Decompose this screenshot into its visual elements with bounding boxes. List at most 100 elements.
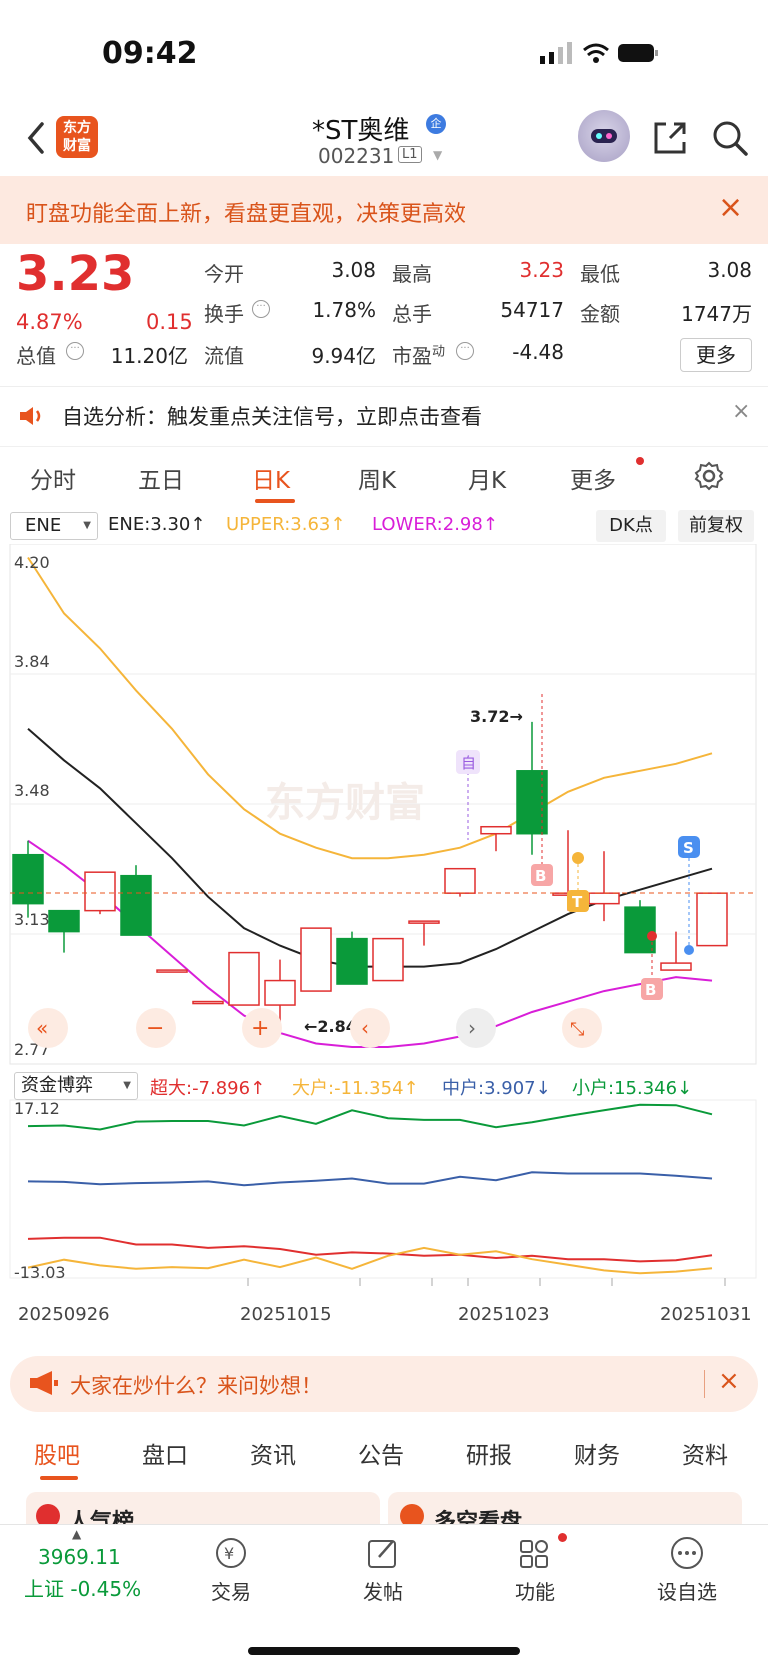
- tab-weekly-k[interactable]: 周K: [358, 461, 396, 495]
- low-value: 3.08: [707, 258, 752, 282]
- speaker-icon: [20, 407, 41, 425]
- buy-marker-text: B: [645, 981, 656, 999]
- share-icon[interactable]: [652, 120, 688, 156]
- function-button[interactable]: 功能: [490, 1535, 580, 1605]
- back-icon[interactable]: [22, 118, 52, 158]
- scroll-right-icon: [456, 1008, 496, 1048]
- low-annotation: ←2.84: [304, 1017, 357, 1036]
- svg-text:+: +: [251, 1016, 269, 1041]
- tab-five-day[interactable]: 五日: [138, 461, 184, 495]
- svg-text:¥: ¥: [224, 1544, 234, 1563]
- trade-icon: ¥: [216, 1538, 246, 1568]
- chevron-up-icon[interactable]: ▲: [72, 1527, 81, 1541]
- kline-chart-area[interactable]: ENE ▼ ENE:3.30↑ UPPER:3.63↑ LOWER:2.98↑ D…: [0, 508, 768, 1325]
- candle-body: [264, 979, 296, 1006]
- analysis-bar[interactable]: 自选分析：触发重点关注信号，立即点击查看 ×: [0, 387, 768, 443]
- notification-dot: [558, 1533, 567, 1542]
- candle-body: [336, 937, 368, 985]
- fund-line-super: [27, 1236, 713, 1263]
- tab-more[interactable]: 更多: [570, 461, 616, 495]
- float-value: 9.94亿: [311, 344, 376, 368]
- open-label: 今开: [204, 262, 244, 286]
- date-label: 20251023: [458, 1304, 550, 1325]
- fire-icon: [36, 1504, 60, 1524]
- candle-body: [696, 892, 728, 947]
- search-icon[interactable]: [712, 120, 748, 156]
- tab-daily-k[interactable]: 日K: [252, 461, 290, 495]
- date-label: 20250926: [18, 1304, 110, 1325]
- bull-bear-card[interactable]: 多空看盘: [388, 1492, 742, 1524]
- bottom-dock: ▲ 3969.11 上证 -0.45% ¥ 交易 发帖 功能 设自选: [0, 1524, 768, 1669]
- t-marker-text: T: [572, 893, 583, 911]
- status-time: 09:42: [102, 36, 198, 71]
- x-ticks: [247, 1278, 726, 1286]
- fund-indicator-select[interactable]: 资金博弈 ▼: [14, 1072, 138, 1100]
- assistant-avatar[interactable]: [578, 110, 630, 162]
- candle-body: [192, 1000, 224, 1005]
- app-logo: 东方 财富: [56, 116, 98, 158]
- candle-body: [372, 937, 404, 982]
- indicator-select[interactable]: ENE ▼: [10, 512, 98, 540]
- index-value[interactable]: 3969.11: [38, 1545, 121, 1569]
- ask-banner[interactable]: 大家在炒什么？来问妙想！ ×: [10, 1356, 758, 1412]
- stock-code[interactable]: 002231: [318, 144, 394, 168]
- candle-body: [48, 909, 80, 933]
- banner-text: 大家在炒什么？来问妙想！: [70, 1374, 322, 1398]
- close-icon[interactable]: ×: [718, 190, 743, 225]
- dk-button[interactable]: DK点: [596, 510, 666, 542]
- tab-profile[interactable]: 资料: [682, 1436, 728, 1470]
- fund-frame: [9, 1099, 757, 1279]
- index-name[interactable]: 上证 -0.45%: [24, 1573, 141, 1602]
- tab-research[interactable]: 研报: [466, 1436, 512, 1470]
- bull-bear-title: 多空看盘: [434, 1510, 523, 1524]
- tab-pankou[interactable]: 盘口: [142, 1436, 188, 1470]
- tab-intraday[interactable]: 分时: [30, 461, 76, 495]
- popularity-card[interactable]: 人气榜: [26, 1492, 380, 1524]
- fund-top: 17.12: [14, 1099, 60, 1118]
- small-value: 小户:15.346↓: [572, 1078, 693, 1099]
- high-value: 3.23: [519, 258, 564, 282]
- float-label: 流值: [204, 344, 244, 368]
- tab-guba[interactable]: 股吧: [34, 1436, 80, 1470]
- candle-body: [624, 906, 656, 954]
- quote-panel: 3.23 4.87% 0.15 今开 3.08 最高 3.23 最低 3.08 …: [0, 244, 768, 386]
- candle-body: [408, 920, 440, 924]
- amount-label: 金额: [580, 302, 620, 326]
- close-icon[interactable]: ×: [732, 399, 750, 424]
- post-button[interactable]: 发帖: [338, 1535, 428, 1605]
- kline-svg[interactable]: 东方财富 4.20 3.84 3.48 3.13 2.77 3.72→ ←2.8…: [0, 544, 768, 1308]
- svg-text:«: «: [36, 1016, 48, 1040]
- y-tick: 3.48: [14, 781, 50, 800]
- more-button[interactable]: 更多: [680, 338, 752, 372]
- turnover-label: 换手: [204, 302, 244, 326]
- tab-announcements[interactable]: 公告: [358, 1436, 404, 1470]
- enterprise-badge: 企: [426, 114, 446, 134]
- close-icon[interactable]: ×: [718, 1366, 740, 1396]
- info-icon[interactable]: ···: [66, 342, 84, 360]
- t-dot: [572, 852, 584, 864]
- volume-value: 54717: [500, 298, 564, 322]
- settings-icon[interactable]: [694, 461, 724, 491]
- popularity-title: 人气榜: [68, 1510, 135, 1524]
- tab-news[interactable]: 资讯: [250, 1436, 296, 1470]
- svg-text:›: ›: [468, 1016, 476, 1040]
- s-dot: [684, 945, 694, 955]
- promo-bar[interactable]: 盯盘功能全面上新，看盘更直观，决策更高效 ×: [0, 176, 768, 244]
- adjust-button[interactable]: 前复权: [678, 510, 754, 542]
- chevron-down-icon[interactable]: ▼: [433, 148, 442, 162]
- open-value: 3.08: [331, 258, 376, 282]
- y-tick: 4.20: [14, 553, 50, 572]
- info-tabs: 股吧 盘口 资讯 公告 研报 财务 资料: [0, 1424, 768, 1482]
- super-value: 超大:-7.896↑: [150, 1078, 266, 1099]
- amount-value: 1747万: [681, 302, 752, 326]
- analysis-text: 自选分析：触发重点关注信号，立即点击查看: [62, 405, 482, 429]
- info-icon[interactable]: ···: [252, 300, 270, 318]
- y-tick: 3.84: [14, 652, 50, 671]
- buy-marker-text: B: [535, 867, 546, 885]
- trade-button[interactable]: ¥ 交易: [186, 1535, 276, 1605]
- add-watchlist-button[interactable]: 设自选: [642, 1535, 732, 1605]
- pe-value: -4.48: [512, 340, 564, 364]
- tab-monthly-k[interactable]: 月K: [468, 461, 506, 495]
- candle-body: [120, 874, 152, 936]
- tab-finance[interactable]: 财务: [574, 1436, 620, 1470]
